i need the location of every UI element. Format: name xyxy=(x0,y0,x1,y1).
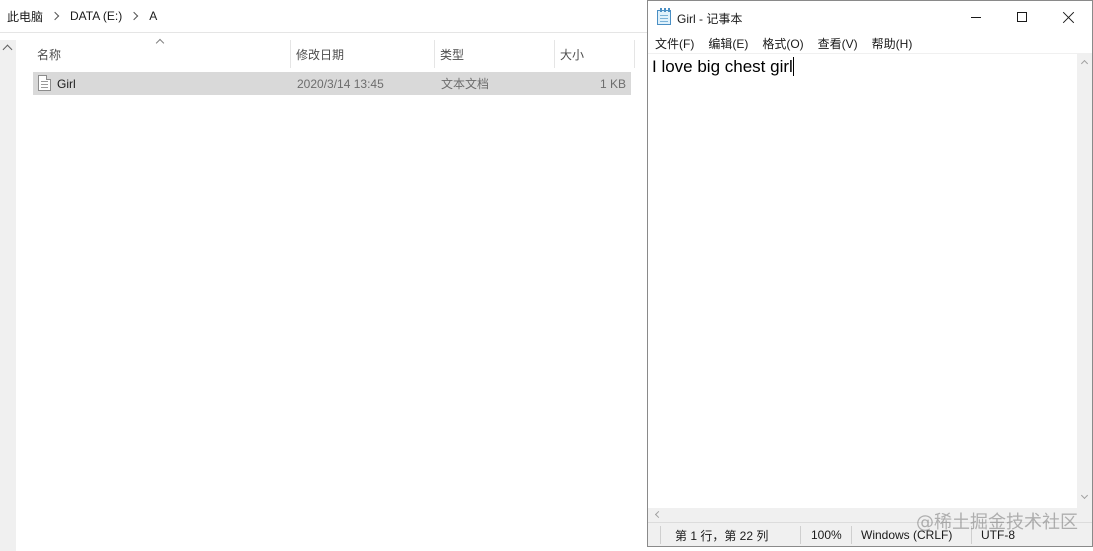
file-type: 文本文档 xyxy=(441,77,490,91)
file-size: 1 KB xyxy=(599,76,626,91)
breadcrumb-drive[interactable]: DATA (E:) xyxy=(70,9,122,23)
status-divider xyxy=(800,526,801,544)
menu-help[interactable]: 帮助(H) xyxy=(872,35,913,52)
breadcrumb-this-pc[interactable]: 此电脑 xyxy=(7,8,43,25)
status-cursor-position: 第 1 行，第 22 列 xyxy=(675,528,769,543)
column-headers: 名称 修改日期 类型 大小 xyxy=(32,38,636,68)
file-row[interactable]: Girl 2020/3/14 13:45 文本文档 1 KB xyxy=(33,72,631,95)
breadcrumb: 此电脑 DATA (E:) A xyxy=(0,0,648,33)
editor-content[interactable]: I love big chest girl xyxy=(652,57,794,77)
menu-edit[interactable]: 编辑(E) xyxy=(708,35,748,52)
navigation-scrollbar[interactable] xyxy=(0,40,16,551)
column-header-size[interactable]: 大小 xyxy=(555,40,633,68)
scroll-down-arrow-icon[interactable] xyxy=(1080,491,1089,500)
maximize-icon xyxy=(1017,12,1027,22)
column-header-type[interactable]: 类型 xyxy=(435,40,554,68)
file-modified: 2020/3/14 13:45 xyxy=(297,76,384,91)
chevron-right-icon[interactable] xyxy=(50,11,60,21)
minimize-icon xyxy=(971,17,981,18)
scroll-up-arrow-icon[interactable] xyxy=(1080,59,1089,68)
column-divider[interactable] xyxy=(634,40,635,68)
status-zoom: 100% xyxy=(811,528,842,542)
menu-bar: 文件(F) 编辑(E) 格式(O) 查看(V) 帮助(H) xyxy=(648,33,1092,53)
status-divider xyxy=(660,526,661,544)
scroll-up-arrow-icon[interactable] xyxy=(2,44,13,55)
column-header-name[interactable]: 名称 xyxy=(32,40,290,68)
watermark: @稀土掘金技术社区 xyxy=(916,512,1078,533)
menu-view[interactable]: 查看(V) xyxy=(818,35,858,52)
text-document-icon xyxy=(38,75,51,91)
close-button[interactable] xyxy=(1046,1,1092,33)
close-icon xyxy=(1062,11,1075,24)
status-divider xyxy=(851,526,852,544)
column-header-modified[interactable]: 修改日期 xyxy=(291,40,434,68)
title-bar[interactable]: Girl - 记事本 xyxy=(648,1,1092,33)
scroll-left-arrow-icon[interactable] xyxy=(654,510,663,519)
breadcrumb-folder[interactable]: A xyxy=(149,9,157,23)
minimize-button[interactable] xyxy=(954,1,1000,33)
chevron-right-icon[interactable] xyxy=(130,11,139,21)
maximize-button[interactable] xyxy=(1000,1,1046,33)
text-editor[interactable]: I love big chest girl xyxy=(648,53,1077,508)
menu-file[interactable]: 文件(F) xyxy=(655,35,694,52)
menu-format[interactable]: 格式(O) xyxy=(762,35,803,52)
text-caret xyxy=(792,57,794,76)
file-name[interactable]: Girl xyxy=(57,72,76,95)
notepad-icon[interactable] xyxy=(657,8,671,25)
notepad-window: Girl - 记事本 文件(F) 编辑(E) 格式(O) 查看(V) 帮助(H)… xyxy=(647,0,1093,547)
editor-text[interactable]: I love big chest girl xyxy=(652,57,793,76)
file-explorer-window: 此电脑 DATA (E:) A 名称 修改日期 类型 大小 Girl 2020/… xyxy=(0,0,648,551)
vertical-scrollbar[interactable] xyxy=(1077,53,1092,508)
window-title: Girl - 记事本 xyxy=(677,12,743,26)
